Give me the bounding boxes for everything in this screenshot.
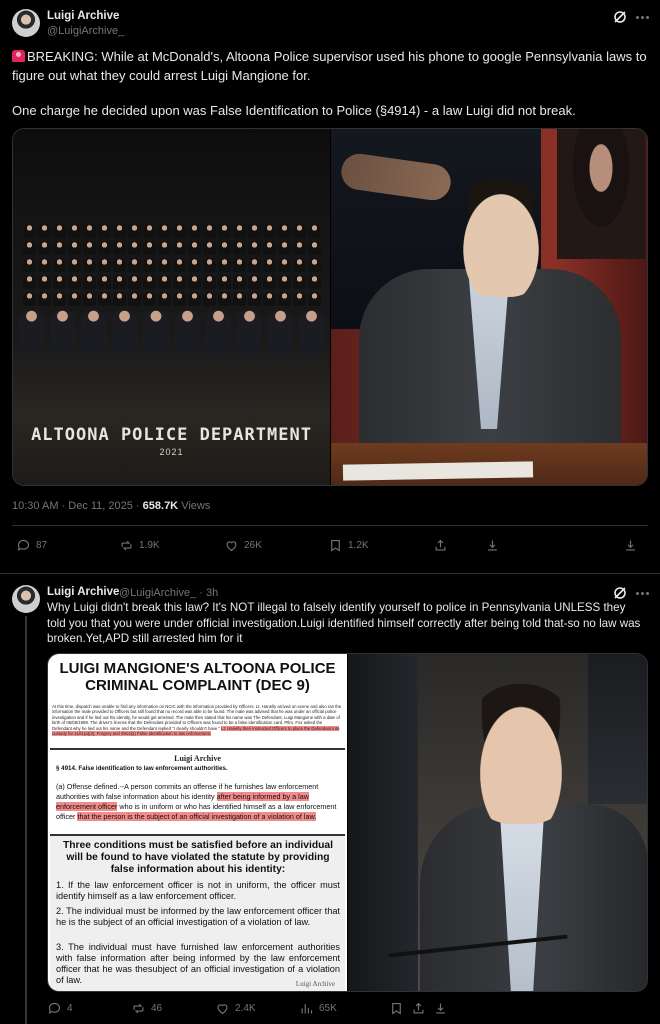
officers-group: [19, 224, 324, 357]
reply-count: 87: [36, 540, 48, 551]
media-grid[interactable]: ALTOONA POLICE DEPARTMENT 2021: [12, 128, 648, 486]
conditions-heading: Three conditions must be satisfied befor…: [62, 840, 334, 875]
avatar[interactable]: [12, 585, 40, 613]
views-count: 658.7K: [142, 500, 179, 512]
like-icon: [226, 541, 237, 552]
document-title-line1: LUIGI MANGIONE'S ALTOONA POLICE: [59, 660, 336, 677]
siren-icon: [12, 50, 25, 62]
author-handle[interactable]: @LuigiArchive_ · 3h: [119, 587, 218, 599]
share-icon: [435, 539, 446, 551]
download-icon: [488, 540, 497, 551]
author-name[interactable]: Luigi Archive: [47, 10, 119, 22]
spectator-figure: [557, 129, 645, 259]
like-count: 2.4K: [235, 1003, 256, 1014]
share-icon: [413, 1002, 424, 1014]
dept-group-photo[interactable]: ALTOONA POLICE DEPARTMENT 2021: [13, 129, 330, 485]
tweet-text: BREAKING: While at McDonald's, Altoona P…: [12, 47, 648, 85]
document-title-line2: CRIMINAL COMPLAINT (DEC 9): [85, 677, 310, 694]
download-icon: [626, 540, 635, 551]
share-button[interactable]: [433, 538, 448, 553]
views-count: 65K: [319, 1003, 337, 1014]
more-icon[interactable]: [636, 586, 652, 600]
officer-figure: [348, 654, 418, 991]
bookmark-count: 1.2K: [348, 540, 369, 551]
bookmark-button[interactable]: [389, 1001, 404, 1016]
statute-box: Luigi Archive § 4914. False identificati…: [50, 748, 345, 834]
tweet-text-line1: BREAKING: While at McDonald's, Altoona P…: [12, 49, 647, 83]
document-title: LUIGI MANGIONE'S ALTOONA POLICE CRIMINAL…: [48, 660, 347, 694]
download-button-2[interactable]: [623, 538, 638, 553]
courtroom-photo-2[interactable]: [348, 654, 647, 991]
divider: [12, 525, 648, 526]
desk: [331, 443, 647, 485]
author-name[interactable]: Luigi Archive: [47, 586, 119, 598]
repost-icon: [133, 1003, 144, 1014]
document-watermark: Luigi Archive: [174, 754, 221, 763]
share-button[interactable]: [411, 1001, 426, 1016]
divider: [0, 573, 660, 574]
repost-button[interactable]: 1.9K: [119, 538, 160, 553]
bookmark-icon: [392, 1002, 401, 1015]
condition-2: 2. The individual must be informed by th…: [56, 906, 340, 927]
tweet-text-line2: One charge he decided upon was False Ide…: [12, 103, 576, 118]
man-portrait: [453, 179, 549, 297]
avatar[interactable]: [12, 9, 40, 37]
repost-icon: [121, 540, 132, 551]
reply-count: 4: [67, 1003, 73, 1014]
views-icon: [301, 1004, 313, 1014]
bookmark-button[interactable]: 1.2K: [328, 538, 369, 553]
like-button[interactable]: 26K: [224, 538, 262, 553]
download-icon: [436, 1003, 445, 1014]
bookmark-icon: [331, 539, 340, 552]
reply-icon: [17, 539, 30, 551]
download-button[interactable]: [433, 1001, 448, 1016]
tweet-meta: 10:30 AM · Dec 11, 2025 · 658.7K Views: [12, 500, 210, 512]
courtroom-photo[interactable]: [331, 129, 647, 485]
reply-button[interactable]: 4: [47, 1001, 73, 1016]
complaint-excerpt: At this time, dispatch was unable to fin…: [52, 704, 342, 737]
download-button[interactable]: [485, 538, 500, 553]
repost-button[interactable]: 46: [131, 1001, 162, 1016]
views-button[interactable]: 65K: [299, 1001, 337, 1016]
repost-count: 46: [151, 1003, 163, 1014]
statute-text: (a) Offense defined.--A person commits a…: [56, 782, 337, 821]
like-count: 26K: [244, 540, 262, 551]
statute-heading: § 4914. False identification to law enfo…: [56, 765, 228, 772]
like-icon: [217, 1004, 228, 1015]
tweet-time[interactable]: 10:30 AM · Dec 11, 2025 ·: [12, 500, 143, 512]
grok-icon[interactable]: [613, 10, 627, 24]
dept-photo-title: ALTOONA POLICE DEPARTMENT: [31, 425, 312, 445]
thread-line: [25, 616, 27, 1024]
like-button[interactable]: 2.4K: [215, 1001, 256, 1016]
man-portrait: [466, 684, 576, 824]
media-grid[interactable]: LUIGI MANGIONE'S ALTOONA POLICE CRIMINAL…: [47, 653, 648, 992]
author-handle[interactable]: @LuigiArchive_: [47, 25, 124, 37]
condition-1: 1. If the law enforcement officer is not…: [56, 880, 340, 901]
complaint-document[interactable]: LUIGI MANGIONE'S ALTOONA POLICE CRIMINAL…: [48, 654, 347, 991]
views-label: Views: [181, 500, 211, 512]
document-watermark-2: Luigi Archive: [295, 980, 335, 988]
reply-button[interactable]: 87: [16, 538, 47, 553]
conditions-box: Three conditions must be satisfied befor…: [50, 834, 345, 991]
repost-count: 1.9K: [139, 540, 160, 551]
reply-icon: [48, 1002, 61, 1014]
officer-figure-2: [588, 654, 647, 804]
dept-photo-year: 2021: [159, 447, 184, 457]
grok-icon[interactable]: [613, 586, 627, 600]
more-icon[interactable]: [636, 10, 652, 24]
tweet-text: Why Luigi didn't break this law? It's NO…: [47, 601, 641, 645]
